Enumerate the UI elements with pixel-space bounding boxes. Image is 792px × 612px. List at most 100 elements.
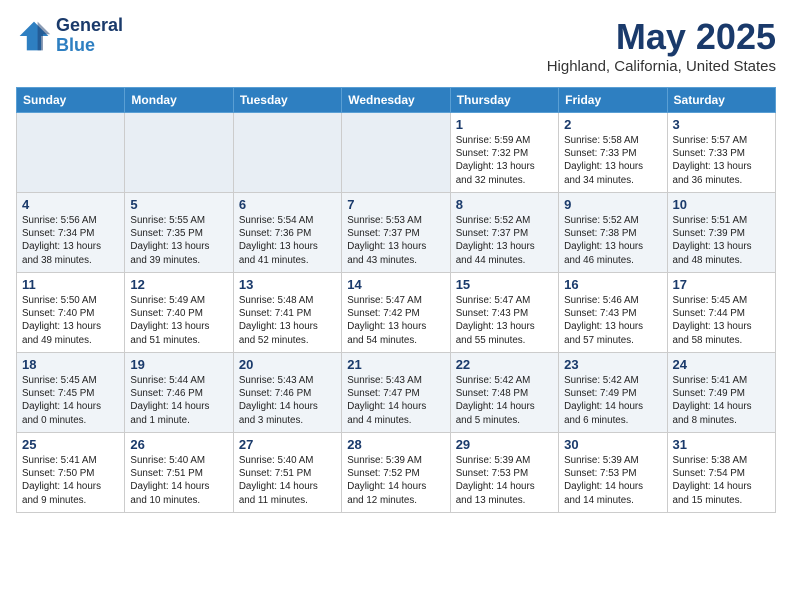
day-number: 22 — [456, 357, 553, 372]
day-info: Sunrise: 5:42 AM Sunset: 7:49 PM Dayligh… — [564, 374, 661, 427]
calendar-cell: 29 Sunrise: 5:39 AM Sunset: 7:53 PM Dayli… — [450, 433, 558, 513]
day-info: Sunrise: 5:40 AM Sunset: 7:51 PM Dayligh… — [239, 454, 336, 507]
calendar-cell: 21Sunrise: 5:43 AM Sunset: 7:47 PM Dayli… — [342, 353, 450, 433]
day-info: Sunrise: 5:57 AM Sunset: 7:33 PM Dayligh… — [673, 134, 770, 187]
day-info: Sunrise: 5:52 AM Sunset: 7:38 PM Dayligh… — [564, 214, 661, 267]
calendar-cell: 24 Sunrise: 5:41 AM Sunset: 7:49 PM Dayli… — [667, 353, 775, 433]
day-info: Sunrise: 5:41 AM Sunset: 7:50 PM Dayligh… — [22, 454, 119, 507]
day-number: 21 — [347, 357, 444, 372]
calendar-cell: 8 Sunrise: 5:52 AM Sunset: 7:37 PM Daylig… — [450, 193, 558, 273]
day-info: Sunrise: 5:39 AM Sunset: 7:52 PM Dayligh… — [347, 454, 444, 507]
calendar-subtitle: Highland, California, United States — [547, 58, 776, 75]
day-info: Sunrise: 5:46 AM Sunset: 7:43 PM Dayligh… — [564, 294, 661, 347]
calendar-cell — [233, 113, 341, 193]
day-info: Sunrise: 5:38 AM Sunset: 7:54 PM Dayligh… — [673, 454, 770, 507]
calendar-cell: 23Sunrise: 5:42 AM Sunset: 7:49 PM Dayli… — [559, 353, 667, 433]
day-number: 24 — [673, 357, 770, 372]
day-number: 6 — [239, 197, 336, 212]
logo-text-line2: Blue — [56, 36, 123, 56]
day-number: 31 — [673, 437, 770, 452]
day-info: Sunrise: 5:39 AM Sunset: 7:53 PM Dayligh… — [456, 454, 553, 507]
calendar-cell: 3 Sunrise: 5:57 AM Sunset: 7:33 PM Daylig… — [667, 113, 775, 193]
day-number: 30 — [564, 437, 661, 452]
day-number: 15 — [456, 277, 553, 292]
day-info: Sunrise: 5:40 AM Sunset: 7:51 PM Dayligh… — [130, 454, 227, 507]
day-number: 13 — [239, 277, 336, 292]
day-info: Sunrise: 5:58 AM Sunset: 7:33 PM Dayligh… — [564, 134, 661, 187]
day-number: 16 — [564, 277, 661, 292]
week-row-3: 11Sunrise: 5:50 AM Sunset: 7:40 PM Dayli… — [17, 273, 776, 353]
calendar-cell: 27Sunrise: 5:40 AM Sunset: 7:51 PM Dayli… — [233, 433, 341, 513]
calendar-cell — [125, 113, 233, 193]
calendar-cell: 5Sunrise: 5:55 AM Sunset: 7:35 PM Daylig… — [125, 193, 233, 273]
day-info: Sunrise: 5:47 AM Sunset: 7:42 PM Dayligh… — [347, 294, 444, 347]
page-header: General Blue May 2025 Highland, Californ… — [16, 16, 776, 75]
day-number: 12 — [130, 277, 227, 292]
logo-text-line1: General — [56, 16, 123, 36]
day-number: 11 — [22, 277, 119, 292]
calendar-cell: 4 Sunrise: 5:56 AM Sunset: 7:34 PM Daylig… — [17, 193, 125, 273]
calendar-title: May 2025 — [547, 16, 776, 58]
day-number: 29 — [456, 437, 553, 452]
day-info: Sunrise: 5:45 AM Sunset: 7:44 PM Dayligh… — [673, 294, 770, 347]
day-number: 9 — [564, 197, 661, 212]
day-number: 19 — [130, 357, 227, 372]
calendar-cell: 1Sunrise: 5:59 AM Sunset: 7:32 PM Daylig… — [450, 113, 558, 193]
calendar-cell: 12Sunrise: 5:49 AM Sunset: 7:40 PM Dayli… — [125, 273, 233, 353]
day-number: 17 — [673, 277, 770, 292]
day-number: 4 — [22, 197, 119, 212]
day-header-saturday: Saturday — [667, 88, 775, 113]
calendar-cell — [342, 113, 450, 193]
day-info: Sunrise: 5:51 AM Sunset: 7:39 PM Dayligh… — [673, 214, 770, 267]
week-row-4: 18 Sunrise: 5:45 AM Sunset: 7:45 PM Dayli… — [17, 353, 776, 433]
day-info: Sunrise: 5:39 AM Sunset: 7:53 PM Dayligh… — [564, 454, 661, 507]
calendar-cell: 17 Sunrise: 5:45 AM Sunset: 7:44 PM Dayli… — [667, 273, 775, 353]
day-info: Sunrise: 5:54 AM Sunset: 7:36 PM Dayligh… — [239, 214, 336, 267]
day-info: Sunrise: 5:59 AM Sunset: 7:32 PM Dayligh… — [456, 134, 553, 187]
day-header-row: SundayMondayTuesdayWednesdayThursdayFrid… — [17, 88, 776, 113]
calendar-cell: 13 Sunrise: 5:48 AM Sunset: 7:41 PM Dayli… — [233, 273, 341, 353]
calendar-cell: 19 Sunrise: 5:44 AM Sunset: 7:46 PM Dayli… — [125, 353, 233, 433]
calendar-table: SundayMondayTuesdayWednesdayThursdayFrid… — [16, 87, 776, 513]
calendar-cell: 6 Sunrise: 5:54 AM Sunset: 7:36 PM Daylig… — [233, 193, 341, 273]
day-header-thursday: Thursday — [450, 88, 558, 113]
week-row-5: 25 Sunrise: 5:41 AM Sunset: 7:50 PM Dayli… — [17, 433, 776, 513]
day-header-tuesday: Tuesday — [233, 88, 341, 113]
day-info: Sunrise: 5:43 AM Sunset: 7:46 PM Dayligh… — [239, 374, 336, 427]
logo-icon — [16, 18, 52, 54]
calendar-cell: 14Sunrise: 5:47 AM Sunset: 7:42 PM Dayli… — [342, 273, 450, 353]
calendar-cell: 25 Sunrise: 5:41 AM Sunset: 7:50 PM Dayli… — [17, 433, 125, 513]
day-number: 28 — [347, 437, 444, 452]
calendar-cell: 2 Sunrise: 5:58 AM Sunset: 7:33 PM Daylig… — [559, 113, 667, 193]
calendar-cell: 26 Sunrise: 5:40 AM Sunset: 7:51 PM Dayli… — [125, 433, 233, 513]
day-number: 8 — [456, 197, 553, 212]
day-info: Sunrise: 5:52 AM Sunset: 7:37 PM Dayligh… — [456, 214, 553, 267]
day-info: Sunrise: 5:41 AM Sunset: 7:49 PM Dayligh… — [673, 374, 770, 427]
day-header-monday: Monday — [125, 88, 233, 113]
day-number: 25 — [22, 437, 119, 452]
calendar-cell: 30 Sunrise: 5:39 AM Sunset: 7:53 PM Dayli… — [559, 433, 667, 513]
day-info: Sunrise: 5:48 AM Sunset: 7:41 PM Dayligh… — [239, 294, 336, 347]
day-number: 7 — [347, 197, 444, 212]
day-info: Sunrise: 5:56 AM Sunset: 7:34 PM Dayligh… — [22, 214, 119, 267]
day-number: 20 — [239, 357, 336, 372]
day-number: 3 — [673, 117, 770, 132]
day-header-friday: Friday — [559, 88, 667, 113]
calendar-cell: 28 Sunrise: 5:39 AM Sunset: 7:52 PM Dayli… — [342, 433, 450, 513]
calendar-cell — [17, 113, 125, 193]
day-info: Sunrise: 5:47 AM Sunset: 7:43 PM Dayligh… — [456, 294, 553, 347]
day-info: Sunrise: 5:42 AM Sunset: 7:48 PM Dayligh… — [456, 374, 553, 427]
calendar-cell: 31 Sunrise: 5:38 AM Sunset: 7:54 PM Dayli… — [667, 433, 775, 513]
day-info: Sunrise: 5:44 AM Sunset: 7:46 PM Dayligh… — [130, 374, 227, 427]
calendar-cell: 22 Sunrise: 5:42 AM Sunset: 7:48 PM Dayli… — [450, 353, 558, 433]
day-info: Sunrise: 5:55 AM Sunset: 7:35 PM Dayligh… — [130, 214, 227, 267]
day-number: 18 — [22, 357, 119, 372]
calendar-cell: 10Sunrise: 5:51 AM Sunset: 7:39 PM Dayli… — [667, 193, 775, 273]
day-number: 2 — [564, 117, 661, 132]
calendar-cell: 18 Sunrise: 5:45 AM Sunset: 7:45 PM Dayli… — [17, 353, 125, 433]
calendar-cell: 7Sunrise: 5:53 AM Sunset: 7:37 PM Daylig… — [342, 193, 450, 273]
calendar-cell: 9 Sunrise: 5:52 AM Sunset: 7:38 PM Daylig… — [559, 193, 667, 273]
calendar-cell: 16 Sunrise: 5:46 AM Sunset: 7:43 PM Dayli… — [559, 273, 667, 353]
day-info: Sunrise: 5:45 AM Sunset: 7:45 PM Dayligh… — [22, 374, 119, 427]
day-number: 26 — [130, 437, 227, 452]
